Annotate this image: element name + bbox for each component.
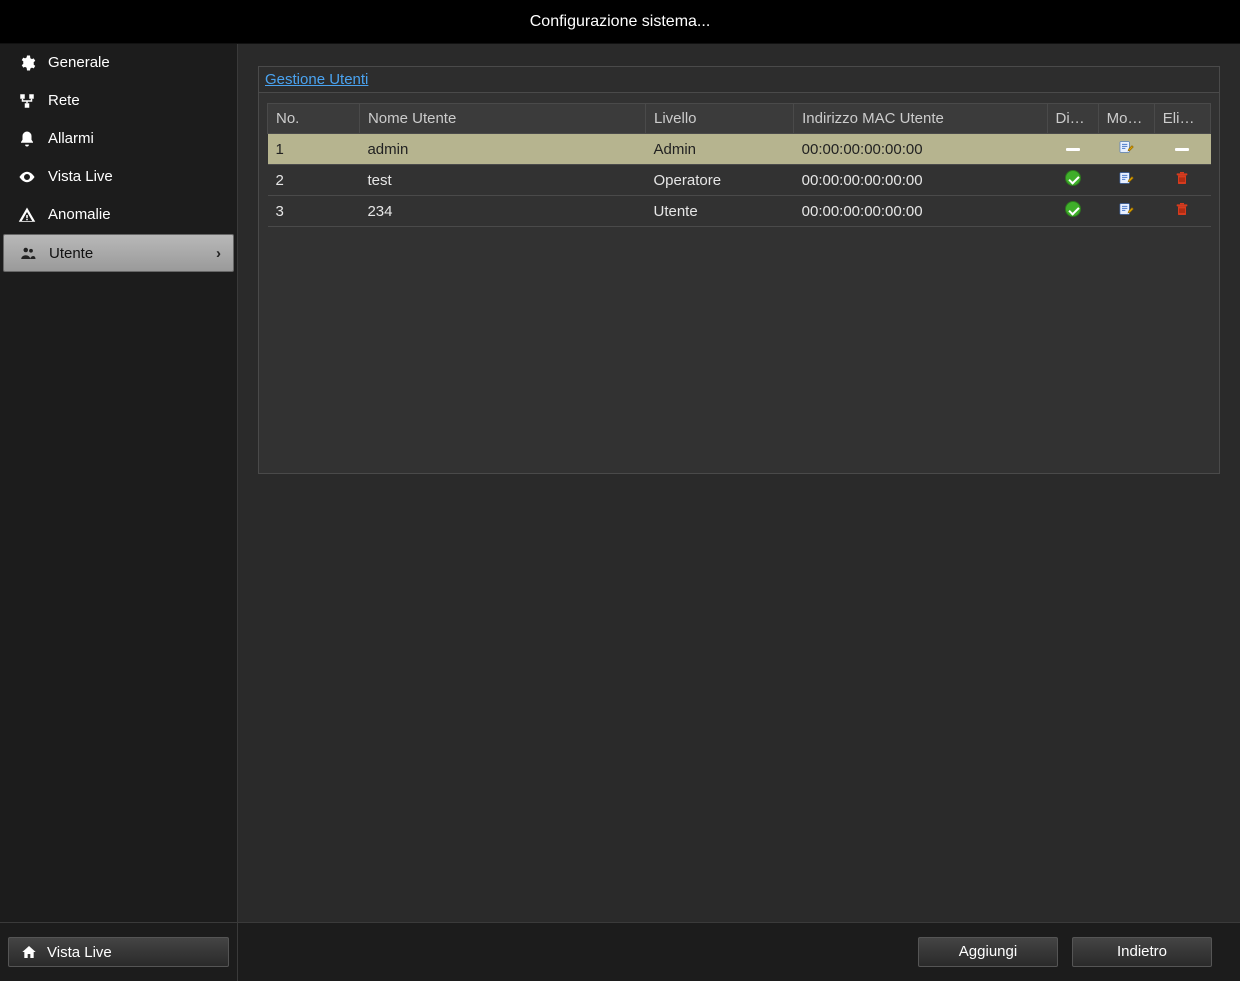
cell-modify [1098, 196, 1154, 227]
rights-check-icon[interactable] [1065, 170, 1081, 186]
gear-icon [18, 54, 36, 72]
panel-title: Gestione Utenti [265, 71, 368, 88]
vista-live-label: Vista Live [47, 944, 112, 961]
sidebar-item-anomalie[interactable]: Anomalie [0, 196, 237, 234]
table-row[interactable]: 3234Utente00:00:00:00:00:00 [268, 196, 1211, 227]
vista-live-button[interactable]: Vista Live [8, 937, 229, 967]
rights-dash-icon [1066, 148, 1080, 151]
col-header-mac[interactable]: Indirizzo MAC Utente [794, 104, 1047, 134]
sidebar-item-allarmi[interactable]: Allarmi [0, 120, 237, 158]
sidebar-item-rete[interactable]: Rete [0, 82, 237, 120]
cell-rights [1047, 134, 1098, 165]
users-icon [19, 244, 37, 262]
footer-right: Aggiungi Indietro [238, 937, 1240, 967]
cell-level: Utente [646, 196, 794, 227]
sidebar-item-vistalive[interactable]: Vista Live [0, 158, 237, 196]
window-titlebar: Configurazione sistema... [0, 0, 1240, 44]
panel-body: No. Nome Utente Livello Indirizzo MAC Ut… [259, 93, 1219, 473]
main-area: Generale Rete Allarmi Vista Live Anomali… [0, 44, 1240, 922]
cell-rights [1047, 196, 1098, 227]
cell-delete [1154, 196, 1210, 227]
cell-delete [1154, 134, 1210, 165]
modify-edit-icon[interactable] [1118, 201, 1134, 217]
col-header-no[interactable]: No. [268, 104, 360, 134]
sidebar-item-label: Generale [48, 54, 110, 71]
cell-level: Operatore [646, 165, 794, 196]
table-row[interactable]: 2testOperatore00:00:00:00:00:00 [268, 165, 1211, 196]
cell-username: test [359, 165, 645, 196]
col-header-rights[interactable]: Diritti [1047, 104, 1098, 134]
modify-edit-icon[interactable] [1118, 170, 1134, 186]
modify-edit-icon[interactable] [1118, 139, 1134, 155]
sidebar-item-generale[interactable]: Generale [0, 44, 237, 82]
sidebar-item-label: Rete [48, 92, 80, 109]
col-header-delete[interactable]: Elimi... [1154, 104, 1210, 134]
cell-level: Admin [646, 134, 794, 165]
cell-rights [1047, 165, 1098, 196]
cell-mac: 00:00:00:00:00:00 [794, 196, 1047, 227]
bell-icon [18, 130, 36, 148]
panel-header: Gestione Utenti [259, 67, 1219, 93]
cell-username: admin [359, 134, 645, 165]
cell-delete [1154, 165, 1210, 196]
cell-no: 2 [268, 165, 360, 196]
sidebar-item-label: Vista Live [48, 168, 113, 185]
cell-no: 1 [268, 134, 360, 165]
cell-modify [1098, 165, 1154, 196]
network-icon [18, 92, 36, 110]
rights-check-icon[interactable] [1065, 201, 1081, 217]
cell-username: 234 [359, 196, 645, 227]
window-title: Configurazione sistema... [530, 13, 711, 30]
col-header-modify[interactable]: Mod... [1098, 104, 1154, 134]
cell-modify [1098, 134, 1154, 165]
delete-trash-icon[interactable] [1174, 201, 1190, 217]
sidebar-item-label: Anomalie [48, 206, 111, 223]
users-table: No. Nome Utente Livello Indirizzo MAC Ut… [267, 103, 1211, 227]
home-icon [21, 944, 37, 960]
table-row[interactable]: 1adminAdmin00:00:00:00:00:00 [268, 134, 1211, 165]
footer-left: Vista Live [0, 923, 238, 981]
back-button[interactable]: Indietro [1072, 937, 1212, 967]
delete-dash-icon [1175, 148, 1189, 151]
sidebar-item-utente[interactable]: Utente › [3, 234, 234, 272]
chevron-right-icon: › [216, 245, 221, 262]
eye-icon [18, 168, 36, 186]
col-header-level[interactable]: Livello [646, 104, 794, 134]
cell-mac: 00:00:00:00:00:00 [794, 165, 1047, 196]
sidebar-item-label: Utente [49, 245, 93, 262]
cell-mac: 00:00:00:00:00:00 [794, 134, 1047, 165]
warning-icon [18, 206, 36, 224]
content-area: Gestione Utenti No. Nome Utente Livello … [238, 44, 1240, 922]
user-management-panel: Gestione Utenti No. Nome Utente Livello … [258, 66, 1220, 474]
cell-no: 3 [268, 196, 360, 227]
add-button[interactable]: Aggiungi [918, 937, 1058, 967]
sidebar: Generale Rete Allarmi Vista Live Anomali… [0, 44, 238, 922]
delete-trash-icon[interactable] [1174, 170, 1190, 186]
table-header-row: No. Nome Utente Livello Indirizzo MAC Ut… [268, 104, 1211, 134]
footer-bar: Vista Live Aggiungi Indietro [0, 922, 1240, 981]
sidebar-item-label: Allarmi [48, 130, 94, 147]
col-header-username[interactable]: Nome Utente [359, 104, 645, 134]
